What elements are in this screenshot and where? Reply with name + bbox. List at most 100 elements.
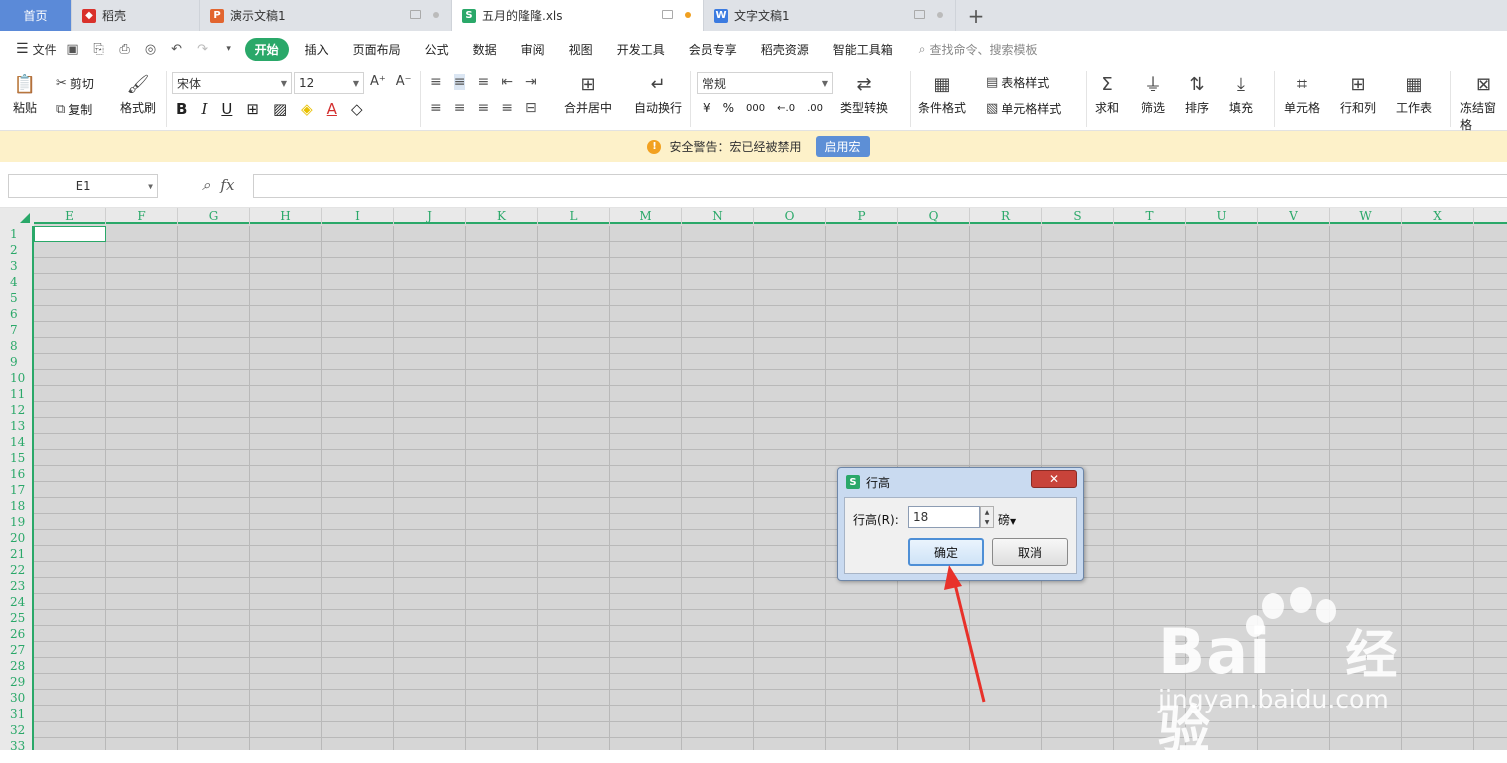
italic-icon[interactable]: I — [201, 100, 207, 118]
outdent-icon[interactable]: ⇤ — [501, 74, 513, 90]
row-header[interactable]: 3 — [0, 258, 32, 274]
distribute-icon[interactable]: ⊟ — [525, 100, 537, 116]
row-header[interactable]: 23 — [0, 578, 32, 594]
column-header[interactable]: K — [466, 208, 538, 224]
row-header[interactable]: 16 — [0, 466, 32, 482]
fill-button[interactable]: ⤓ 填充 — [1228, 71, 1254, 116]
column-header[interactable]: I — [322, 208, 394, 224]
column-header[interactable]: O — [754, 208, 826, 224]
select-all-corner[interactable] — [0, 208, 34, 226]
type-convert-button[interactable]: ⇄ 类型转换 — [840, 71, 888, 116]
bold-icon[interactable]: B — [176, 100, 187, 118]
row-header[interactable]: 28 — [0, 658, 32, 674]
column-header[interactable]: M — [610, 208, 682, 224]
merge-center-button[interactable]: ⊞ 合并居中 — [564, 71, 612, 116]
align-center-icon[interactable]: ≡ — [454, 100, 466, 116]
row-header[interactable]: 21 — [0, 546, 32, 562]
thousands-button[interactable]: 000 — [746, 103, 765, 114]
sort-button[interactable]: ⇅ 排序 — [1184, 71, 1210, 116]
ok-button[interactable]: 确定 — [908, 538, 984, 566]
number-format-select[interactable]: 常规 ▼ — [697, 72, 833, 94]
new-tab-button[interactable]: + — [956, 0, 996, 31]
row-header[interactable]: 15 — [0, 450, 32, 466]
tab-presentation[interactable]: P 演示文稿1 — [200, 0, 452, 31]
increase-decimal-icon[interactable]: ←.0 — [777, 103, 795, 114]
row-header[interactable]: 9 — [0, 354, 32, 370]
row-header[interactable]: 31 — [0, 706, 32, 722]
paste-button[interactable]: 📋 粘贴 — [12, 71, 38, 116]
border-icon[interactable]: ⊞ — [246, 100, 259, 118]
row-header[interactable]: 13 — [0, 418, 32, 434]
justify-icon[interactable]: ≡ — [501, 100, 513, 116]
fill-color-icon[interactable]: ◈ — [301, 100, 313, 118]
print-preview-icon[interactable]: ◎ — [143, 41, 159, 57]
window-icon[interactable] — [914, 10, 925, 19]
row-header[interactable]: 25 — [0, 610, 32, 626]
underline-icon[interactable]: U — [221, 100, 232, 118]
row-height-stepper[interactable]: ▲ ▼ — [980, 506, 994, 528]
zoom-icon[interactable]: ⌕ — [202, 176, 210, 194]
tab-home[interactable]: 首页 — [0, 0, 72, 31]
column-header[interactable]: J — [394, 208, 466, 224]
row-header[interactable]: 33 — [0, 738, 32, 750]
row-header[interactable]: 29 — [0, 674, 32, 690]
column-header[interactable]: T — [1114, 208, 1186, 224]
align-middle-icon[interactable]: ≡ — [453, 74, 466, 90]
cell-button[interactable]: ⌗ 单元格 — [1284, 71, 1320, 116]
save-icon[interactable]: ▣ — [65, 41, 81, 57]
unit-select[interactable]: 磅▼ — [998, 511, 1016, 528]
table-style-button[interactable]: ▤ 表格样式 — [986, 74, 1049, 91]
row-header[interactable]: 20 — [0, 530, 32, 546]
tab-developer[interactable]: 开发工具 — [605, 41, 677, 58]
column-header[interactable]: E — [34, 208, 106, 224]
spin-down-icon[interactable]: ▼ — [985, 519, 990, 526]
row-height-input[interactable]: 18 — [908, 506, 980, 528]
tab-smart-tools[interactable]: 智能工具箱 — [821, 41, 905, 58]
export-icon[interactable]: ⎘ — [91, 41, 107, 57]
window-icon[interactable] — [662, 10, 673, 19]
copy-button[interactable]: ⧉ 复制 — [56, 101, 92, 118]
undo-icon[interactable]: ↶ — [169, 41, 185, 57]
row-header[interactable]: 14 — [0, 434, 32, 450]
tab-document[interactable]: W 文字文稿1 — [704, 0, 956, 31]
tab-start[interactable]: 开始 — [244, 37, 289, 61]
row-header[interactable]: 19 — [0, 514, 32, 530]
window-icon[interactable] — [410, 10, 421, 19]
enable-macro-button[interactable]: 启用宏 — [815, 136, 870, 157]
format-painter-button[interactable]: 🖌 格式刷 — [120, 71, 156, 116]
row-header[interactable]: 8 — [0, 338, 32, 354]
row-header[interactable]: 17 — [0, 482, 32, 498]
row-header[interactable]: 26 — [0, 626, 32, 642]
fx-icon[interactable]: fx — [220, 176, 234, 194]
tab-page-layout[interactable]: 页面布局 — [341, 41, 413, 58]
font-size-select[interactable]: 12 ▼ — [294, 72, 364, 94]
align-right-icon[interactable]: ≡ — [477, 100, 489, 116]
formula-input[interactable] — [253, 174, 1507, 198]
sum-button[interactable]: Σ 求和 — [1094, 71, 1120, 116]
column-header[interactable]: R — [970, 208, 1042, 224]
row-header[interactable]: 2 — [0, 242, 32, 258]
column-header[interactable]: G — [178, 208, 250, 224]
row-header[interactable]: 7 — [0, 322, 32, 338]
align-bottom-icon[interactable]: ≡ — [477, 74, 489, 90]
tab-daoke[interactable]: ◆ 稻壳 — [72, 0, 200, 31]
cell-style-button[interactable]: ▧ 单元格样式 — [986, 100, 1061, 117]
row-header[interactable]: 30 — [0, 690, 32, 706]
filter-button[interactable]: ⏚ 筛选 — [1140, 71, 1166, 116]
row-header[interactable]: 12 — [0, 402, 32, 418]
customize-icon[interactable]: ▾ — [221, 41, 237, 57]
wrap-text-button[interactable]: ↵ 自动换行 — [634, 71, 682, 116]
redo-icon[interactable]: ↷ — [195, 41, 211, 57]
freeze-panes-button[interactable]: ⊠ 冻结窗格 — [1460, 71, 1507, 133]
column-header[interactable]: X — [1402, 208, 1474, 224]
row-col-button[interactable]: ⊞ 行和列 — [1340, 71, 1376, 116]
cancel-button[interactable]: 取消 — [992, 538, 1068, 566]
print-icon[interactable]: ⎙ — [117, 41, 133, 57]
row-header[interactable]: 10 — [0, 370, 32, 386]
tab-data[interactable]: 数据 — [461, 41, 509, 58]
name-box[interactable]: E1 ▼ — [8, 174, 158, 198]
column-header[interactable]: V — [1258, 208, 1330, 224]
column-header[interactable]: F — [106, 208, 178, 224]
command-search[interactable]: ⌕ 查找命令、搜索模板 — [905, 41, 1038, 58]
decrease-font-icon[interactable]: A⁻ — [396, 74, 412, 89]
